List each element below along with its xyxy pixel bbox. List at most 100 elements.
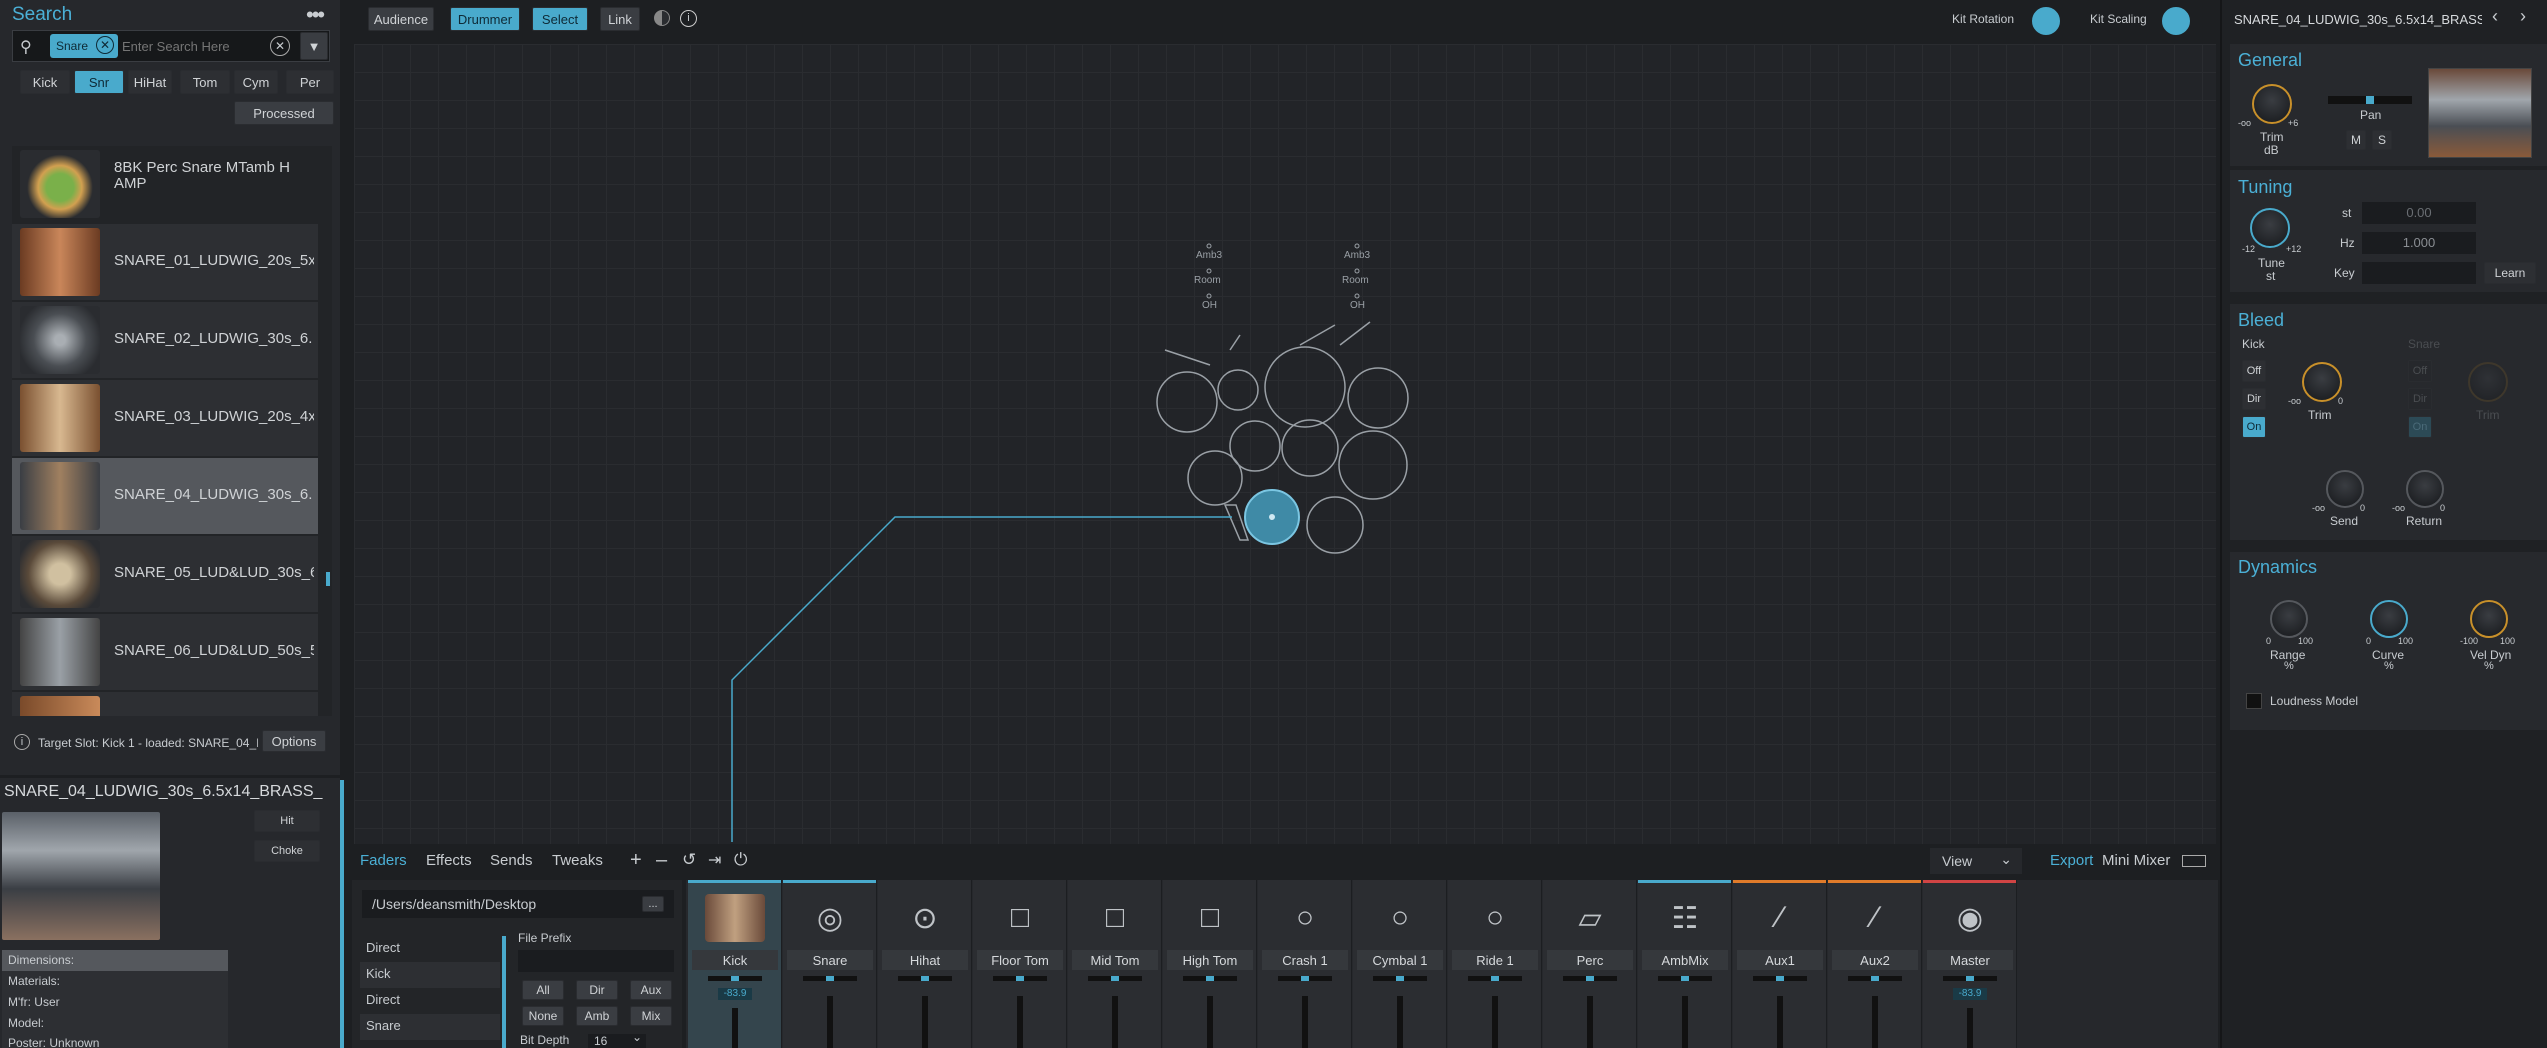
pan-slider[interactable]	[1468, 976, 1522, 981]
filter-none-button[interactable]: None	[522, 1006, 564, 1026]
solo-button[interactable]: S	[2372, 130, 2392, 150]
channel-strip[interactable]: □ Floor Tom	[973, 880, 1067, 1048]
pan-slider[interactable]	[1373, 976, 1427, 981]
fader-track[interactable]	[1017, 996, 1023, 1048]
panel-divider[interactable]	[340, 780, 344, 1048]
category-kick[interactable]: Kick	[20, 70, 70, 94]
filter-mix-button[interactable]: Mix	[630, 1006, 672, 1026]
search-chip[interactable]: Snare ✕	[50, 34, 118, 58]
browser-list[interactable]: 8BK Perc Snare MTamb H AMP SNARE_01_LUDW…	[12, 146, 332, 716]
channel-strip[interactable]: ○ Crash 1	[1258, 880, 1352, 1048]
category-snr[interactable]: Snr	[74, 70, 124, 94]
list-item[interactable]: SNARE_03_LUDWIG_20s_4x	[12, 380, 318, 456]
export-button[interactable]: Export	[2050, 852, 2093, 869]
filter-dir-button[interactable]: Dir	[576, 980, 618, 1000]
channel-strip[interactable]: □ Mid Tom	[1068, 880, 1162, 1048]
pan-handle[interactable]	[1206, 976, 1214, 981]
pan-handle[interactable]	[731, 976, 739, 981]
st-field[interactable]: 0.00	[2362, 202, 2476, 224]
pan-handle[interactable]	[2366, 96, 2374, 104]
channel-strip[interactable]: ○ Cymbal 1	[1353, 880, 1447, 1048]
loudness-checkbox[interactable]	[2246, 693, 2262, 709]
tab-tweaks[interactable]: Tweaks	[552, 852, 603, 869]
filter-button[interactable]: ▼	[300, 32, 328, 60]
pan-slider[interactable]	[1848, 976, 1902, 981]
fader-track[interactable]	[1777, 996, 1783, 1048]
channel-strip[interactable]: ◉ Master -83.9	[1923, 880, 2017, 1048]
return-knob[interactable]	[2406, 470, 2444, 508]
range-knob[interactable]	[2270, 600, 2308, 638]
list-item[interactable]: SNARE_05_LUD&LUD_30s_6	[12, 536, 318, 612]
browse-button[interactable]: ...	[642, 896, 664, 912]
processed-button[interactable]: Processed	[234, 101, 334, 125]
channel-strip[interactable]: ▱ Perc	[1543, 880, 1637, 1048]
list-item[interactable]: SNARE_02_LUDWIG_30s_6.	[12, 302, 318, 378]
view-dropdown[interactable]: View ⌄	[1930, 848, 2022, 874]
bleed-trim-knob[interactable]	[2302, 362, 2342, 402]
pan-handle[interactable]	[1871, 976, 1879, 981]
channel-strip[interactable]: Kick -83.9	[688, 880, 782, 1048]
pan-handle[interactable]	[1396, 976, 1404, 981]
pan-slider[interactable]	[2328, 96, 2412, 104]
pan-slider[interactable]	[1658, 976, 1712, 981]
pan-handle[interactable]	[1491, 976, 1499, 981]
pan-slider[interactable]	[1943, 976, 1997, 981]
fader-track[interactable]	[1587, 996, 1593, 1048]
file-prefix-input[interactable]	[518, 950, 674, 972]
pan-handle[interactable]	[1301, 976, 1309, 981]
choke-button[interactable]: Choke	[254, 840, 320, 862]
vel-dyn-knob[interactable]	[2470, 600, 2508, 638]
filter-amb-button[interactable]: Amb	[576, 1006, 618, 1026]
info-circle-icon[interactable]: i	[680, 10, 697, 27]
list-item[interactable]: SNARE_01_LUDWIG_20s_5x	[12, 224, 318, 300]
contrast-icon[interactable]	[654, 10, 670, 26]
link-button[interactable]: Link	[600, 7, 640, 31]
channel-strip[interactable]: ◎ Snare	[783, 880, 877, 1048]
output-item[interactable]: Kick	[360, 962, 500, 988]
clear-search-icon[interactable]: ✕	[270, 36, 290, 56]
tab-effects[interactable]: Effects	[426, 852, 472, 869]
pan-handle[interactable]	[1016, 976, 1024, 981]
hz-field[interactable]: 1.000	[2362, 232, 2476, 254]
prev-arrow-icon[interactable]: ‹	[2492, 6, 2498, 27]
curve-knob[interactable]	[2370, 600, 2408, 638]
fader-track[interactable]	[1872, 996, 1878, 1048]
fader-track[interactable]	[922, 996, 928, 1048]
path-field[interactable]: /Users/deansmith/Desktop	[362, 890, 674, 918]
pan-slider[interactable]	[708, 976, 762, 981]
pan-slider[interactable]	[1278, 976, 1332, 981]
category-cym[interactable]: Cym	[234, 70, 278, 94]
channel-strip[interactable]: □ High Tom	[1163, 880, 1257, 1048]
bleed-kick-off[interactable]: Off	[2242, 360, 2266, 382]
pan-slider[interactable]	[1753, 976, 1807, 981]
pan-handle[interactable]	[1776, 976, 1784, 981]
pan-handle[interactable]	[1681, 976, 1689, 981]
chip-close-icon[interactable]: ✕	[96, 36, 114, 54]
power-icon[interactable]: ⏻	[734, 850, 747, 870]
output-list[interactable]: Direct Kick Direct Snare	[360, 936, 500, 1048]
more-dots-icon[interactable]: •••	[306, 2, 325, 28]
pan-handle[interactable]	[826, 976, 834, 981]
pan-handle[interactable]	[921, 976, 929, 981]
fader-track[interactable]	[1492, 996, 1498, 1048]
pan-handle[interactable]	[1111, 976, 1119, 981]
output-item[interactable]: Direct	[360, 988, 500, 1014]
select-button[interactable]: Select	[532, 7, 588, 31]
kit-diagram[interactable]	[354, 44, 2216, 844]
pan-slider[interactable]	[1183, 976, 1237, 981]
category-hihat[interactable]: HiHat	[128, 70, 172, 94]
output-scrollbar[interactable]	[502, 936, 506, 1048]
tab-faders[interactable]: Faders	[360, 852, 407, 869]
tune-knob[interactable]	[2250, 208, 2290, 248]
output-item[interactable]: Snare	[360, 1014, 500, 1040]
pan-slider[interactable]	[1088, 976, 1142, 981]
send-knob[interactable]	[2326, 470, 2364, 508]
list-scrollbar[interactable]	[326, 572, 330, 586]
kit-scaling-knob[interactable]	[2162, 7, 2190, 35]
filter-all-button[interactable]: All	[522, 980, 564, 1000]
list-item[interactable]	[12, 692, 318, 716]
channel-strip[interactable]: ☷ AmbMix	[1638, 880, 1732, 1048]
mini-mixer-toggle[interactable]	[2182, 855, 2206, 867]
pan-slider[interactable]	[898, 976, 952, 981]
channel-strip[interactable]: ⊙ Hihat	[878, 880, 972, 1048]
